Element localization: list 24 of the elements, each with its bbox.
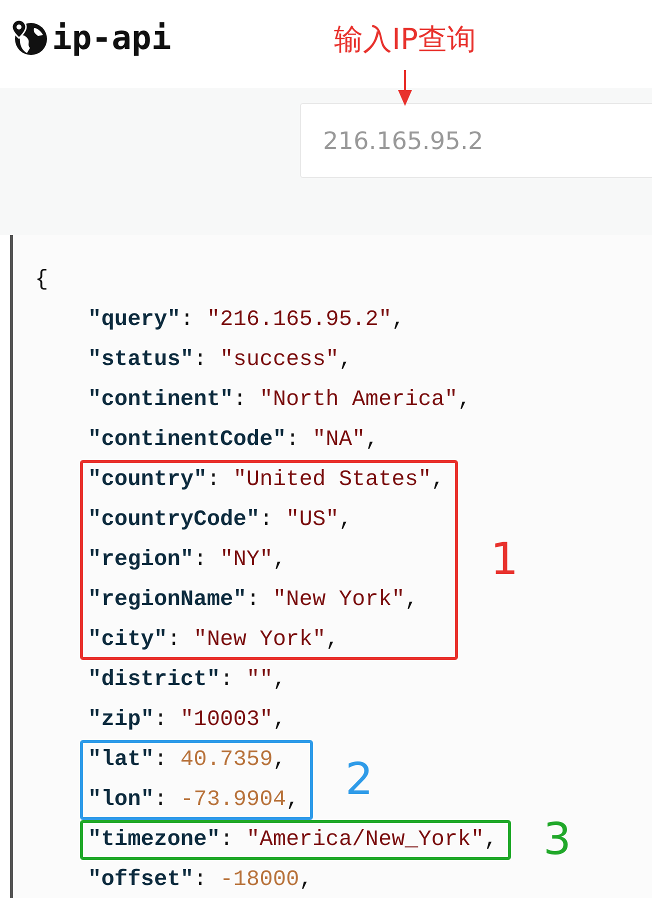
globe-pin-icon	[10, 18, 48, 56]
ip-input-field[interactable]: 216.165.95.2	[300, 103, 652, 178]
annotation-number: 3	[543, 818, 572, 862]
json-line: "query": "216.165.95.2",	[88, 307, 405, 332]
json-line: "continent": "North America",	[88, 387, 471, 412]
json-line: "country": "United States",	[88, 467, 444, 492]
brace: {	[35, 267, 48, 292]
json-line: "lon": -73.9904,	[88, 787, 300, 812]
json-line: "lat": 40.7359,	[88, 747, 286, 772]
annotation-number: 1	[490, 538, 518, 582]
json-line: "district": "",	[88, 667, 286, 692]
annotation-text: 输入IP查询	[334, 22, 476, 57]
json-line: "timezone": "America/New_York",	[88, 827, 498, 852]
logo-text: ip-api	[52, 20, 172, 54]
json-line: "region": "NY",	[88, 547, 286, 572]
json-line: "offset": -18000,	[88, 867, 312, 892]
annotation-arrow	[396, 70, 414, 106]
json-line: "countryCode": "US",	[88, 507, 352, 532]
json-line: "city": "New York",	[88, 627, 339, 652]
annotation-number: 2	[345, 758, 374, 802]
json-line: "regionName": "New York",	[88, 587, 418, 612]
json-line: "status": "success",	[88, 347, 352, 372]
json-line: "continentCode": "NA",	[88, 427, 378, 452]
json-line: "zip": "10003",	[88, 707, 286, 732]
